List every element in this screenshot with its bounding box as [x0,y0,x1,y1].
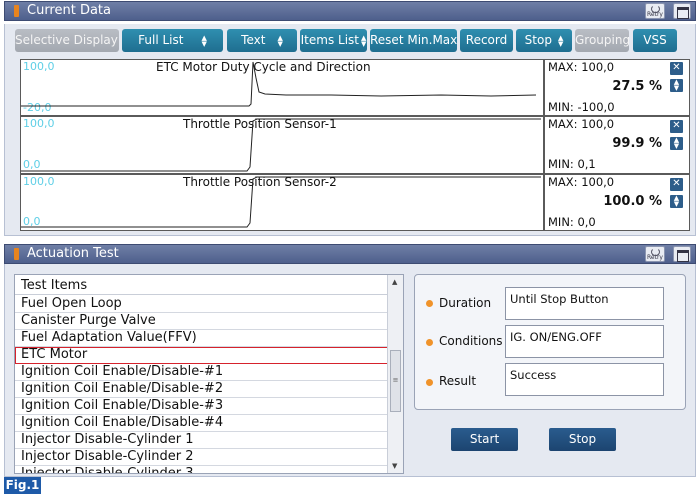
sort-updown-icon[interactable]: ▲ ▼ [670,195,683,208]
graph-throttle-position-sensor-2: 100,0 0,0 Throttle Position Sensor-2 [20,174,544,231]
updown-icon: ▲▼ [201,33,207,48]
list-item[interactable]: Ignition Coil Enable/Disable-#4 [15,415,389,432]
selective-display-label: Selective Display [15,33,118,47]
duration-label: Duration [439,296,492,310]
stop-dropdown[interactable]: Stop ▲ ▼ [516,29,572,52]
retry-icon [651,5,660,13]
list-item-selected[interactable]: ETC Motor [15,347,389,364]
record-label: Record [465,33,508,47]
min-value: MIN: 0,0 [548,215,596,229]
retry-icon [651,248,660,256]
bullet-icon [426,300,433,307]
current-value: 27.5 % [612,79,662,94]
text-dropdown[interactable]: Text ▲ ▼ [227,29,297,52]
bullet-icon [426,379,433,386]
sort-updown-icon[interactable]: ▲ ▼ [670,79,683,92]
max-value: MAX: 100,0 [548,60,615,74]
items-list-dropdown[interactable]: Items List ▲ ▼ [300,29,367,52]
list-item[interactable]: Injector Disable-Cylinder 3 [15,466,389,473]
window-toggle-icon[interactable] [673,246,691,262]
scroll-down-icon[interactable]: ▼ [392,462,397,470]
flag-icon [14,5,19,17]
current-data-body: 100,0 -20,0 ETC Motor Duty Cycle and Dir… [4,58,696,236]
result-label: Result [439,374,477,388]
conditions-label: Conditions [439,334,503,348]
list-header: Test Items [15,275,389,295]
selective-display-dropdown[interactable]: Selective Display▲▼ [15,29,129,52]
items-list-label: Items List [300,33,359,47]
list-item[interactable]: Fuel Open Loop [15,296,389,313]
list-item[interactable]: Injector Disable-Cylinder 2 [15,449,389,466]
grouping-label: Grouping [575,33,631,47]
graph-trace [21,176,541,228]
result-value: Success [505,363,664,396]
full-list-dropdown[interactable]: Full List ▲ ▼ [122,29,223,52]
list-item[interactable]: Ignition Coil Enable/Disable-#2 [15,381,389,398]
scroll-thumb[interactable]: ≡ [390,350,401,412]
current-value: 99.9 % [612,136,662,151]
retry-button[interactable]: Retry [645,3,665,19]
updown-icon: ▲▼ [277,33,283,48]
conditions-value: IG. ON/ENG.OFF [505,325,664,358]
vss-label: VSS [643,33,667,47]
close-icon[interactable]: ✕ [670,120,683,133]
sort-updown-icon[interactable]: ▲ ▼ [670,137,683,150]
figure-label: Fig.1 [4,477,41,494]
current-data-title: Current Data [27,3,111,18]
list-item[interactable]: Canister Purge Valve [15,313,389,330]
retry-button[interactable]: Retry [645,246,665,262]
reset-minmax-label: Reset Min.Max [370,33,458,47]
test-info-panel: Duration Until Stop Button Conditions IG… [414,274,686,410]
readout-throttle-position-sensor-2: MAX: 100,0 100.0 % MIN: 0,0 ✕ ▲ ▼ [544,174,690,231]
scroll-up-icon[interactable]: ▲ [392,278,397,286]
updown-icon: ▲▼ [360,33,367,48]
max-value: MAX: 100,0 [548,117,615,131]
graph-throttle-position-sensor-1: 100,0 0,0 Throttle Position Sensor-1 [20,116,544,174]
readout-throttle-position-sensor-1: MAX: 100,0 99.9 % MIN: 0,1 ✕ ▲ ▼ [544,116,690,174]
updown-icon: ▲▼ [557,33,564,48]
close-icon[interactable]: ✕ [670,178,683,191]
toolbar: Selective Display▲▼ Full List▲▼ Text▲▼ I… [4,24,696,58]
reset-minmax-button[interactable]: Reset Min.Max [370,29,457,52]
min-value: MIN: -100,0 [548,100,615,114]
grouping-button[interactable]: Grouping [575,29,631,52]
text-label: Text [241,33,266,47]
close-icon[interactable]: ✕ [670,62,683,75]
test-items-list[interactable]: Test Items Fuel Open Loop Canister Purge… [14,274,404,474]
stop-label: Stop [524,33,552,47]
stop-button[interactable]: Stop [549,428,616,451]
list-item[interactable]: Injector Disable-Cylinder 1 [15,432,389,449]
graph-trace [21,118,541,172]
bullet-icon [426,339,433,346]
actuation-test-title: Actuation Test [27,246,119,261]
flag-icon [14,248,19,260]
actuation-test-header: Actuation Test Retry [4,244,696,264]
current-value: 100.0 % [603,194,662,209]
min-value: MIN: 0,1 [548,157,596,171]
full-list-label: Full List [138,33,184,47]
list-item[interactable]: Fuel Adaptation Value(FFV) [15,330,389,347]
duration-value: Until Stop Button [505,287,664,320]
start-button[interactable]: Start [451,428,518,451]
vss-button[interactable]: VSS [633,29,677,52]
record-button[interactable]: Record [460,29,513,52]
readout-etc-motor-duty: MAX: 100,0 27.5 % MIN: -100,0 ✕ ▲ ▼ [544,59,690,116]
list-scrollbar[interactable]: ▲ ≡ ▼ [387,275,403,473]
list-item[interactable]: Ignition Coil Enable/Disable-#3 [15,398,389,415]
graph-etc-motor-duty: 100,0 -20,0 ETC Motor Duty Cycle and Dir… [20,59,544,116]
max-value: MAX: 100,0 [548,175,615,189]
graph-trace [21,61,537,107]
list-item[interactable]: Ignition Coil Enable/Disable-#1 [15,364,389,381]
window-toggle-icon[interactable] [673,3,691,19]
current-data-header: Current Data Retry [4,1,696,21]
